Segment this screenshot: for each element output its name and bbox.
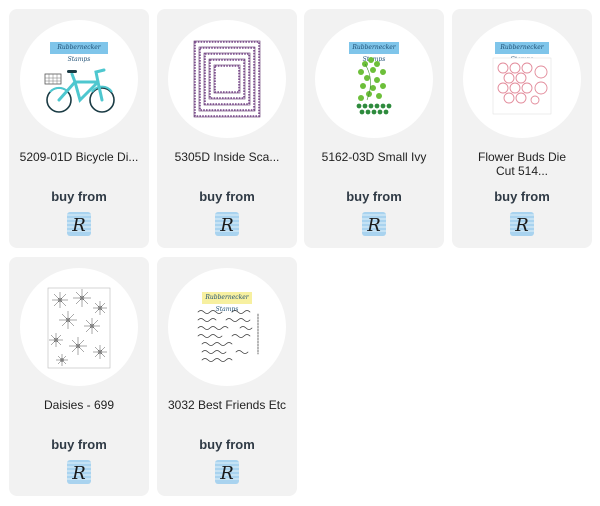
product-title[interactable]: 5209-01D Bicycle Di... [15,150,143,164]
logo-letter: R [366,215,381,236]
product-title[interactable]: 5305D Inside Sca... [163,150,291,164]
r-logo-icon: R [215,214,239,236]
ivy-icon [356,57,392,115]
product-title[interactable]: 3032 Best Friends Etc [163,398,291,412]
r-logo-icon: R [67,214,91,236]
logo-letter: R [71,215,86,236]
rubbernecker-logo-button[interactable]: R [362,212,386,236]
product-title[interactable]: 5162-03D Small Ivy [310,150,438,164]
r-logo-icon: R [362,214,386,236]
logo-letter: R [219,215,234,236]
rubbernecker-logo-button[interactable]: R [67,212,91,236]
buy-from-label: buy from [51,189,107,204]
rubbernecker-logo-button[interactable]: R [215,212,239,236]
daisies-icon [47,287,111,369]
product-image[interactable] [168,20,286,138]
logo-letter: R [219,463,234,484]
product-card[interactable]: Rubbernecker Stamps 5162-03D Small Ivy b… [304,9,444,248]
r-logo-icon: R [67,462,91,484]
scalloped-rectangles-icon [193,40,261,118]
r-logo-icon: R [215,462,239,484]
product-card[interactable]: Rubbernecker Stamps 5209-01D Bicycle Di.… [9,9,149,248]
buy-from-label: buy from [199,437,255,452]
buy-from-label: buy from [51,437,107,452]
product-grid: Rubbernecker Stamps 5209-01D Bicycle Di.… [0,0,600,506]
flower-buds-icon [492,57,552,115]
product-title[interactable]: Daisies - 699 [15,398,143,412]
buy-from-label: buy from [494,189,550,204]
logo-letter: R [514,215,529,236]
product-image[interactable]: Rubbernecker Stamps [168,268,286,386]
product-image[interactable]: Rubbernecker Stamps [315,20,433,138]
product-title[interactable]: Flower Buds Die Cut 514... [474,150,570,178]
r-logo-icon: R [510,214,534,236]
rubbernecker-logo-button[interactable]: R [510,212,534,236]
product-card[interactable]: 5305D Inside Sca... buy from R [157,9,297,248]
product-card[interactable]: Rubbernecker Stamps Flower Buds Die Cut … [452,9,592,248]
product-card[interactable]: Daisies - 699 buy from R [9,257,149,496]
product-image[interactable] [20,268,138,386]
product-image[interactable]: Rubbernecker Stamps [463,20,581,138]
rubbernecker-logo-button[interactable]: R [67,460,91,484]
rubbernecker-logo-button[interactable]: R [215,460,239,484]
product-image[interactable]: Rubbernecker Stamps [20,20,138,138]
buy-from-label: buy from [346,189,402,204]
sentiment-stamps-icon [197,310,259,362]
buy-from-label: buy from [199,189,255,204]
logo-letter: R [71,463,86,484]
bicycle-icon [44,68,115,113]
product-card[interactable]: Rubbernecker Stamps 3032 Best Friends Et… [157,257,297,496]
